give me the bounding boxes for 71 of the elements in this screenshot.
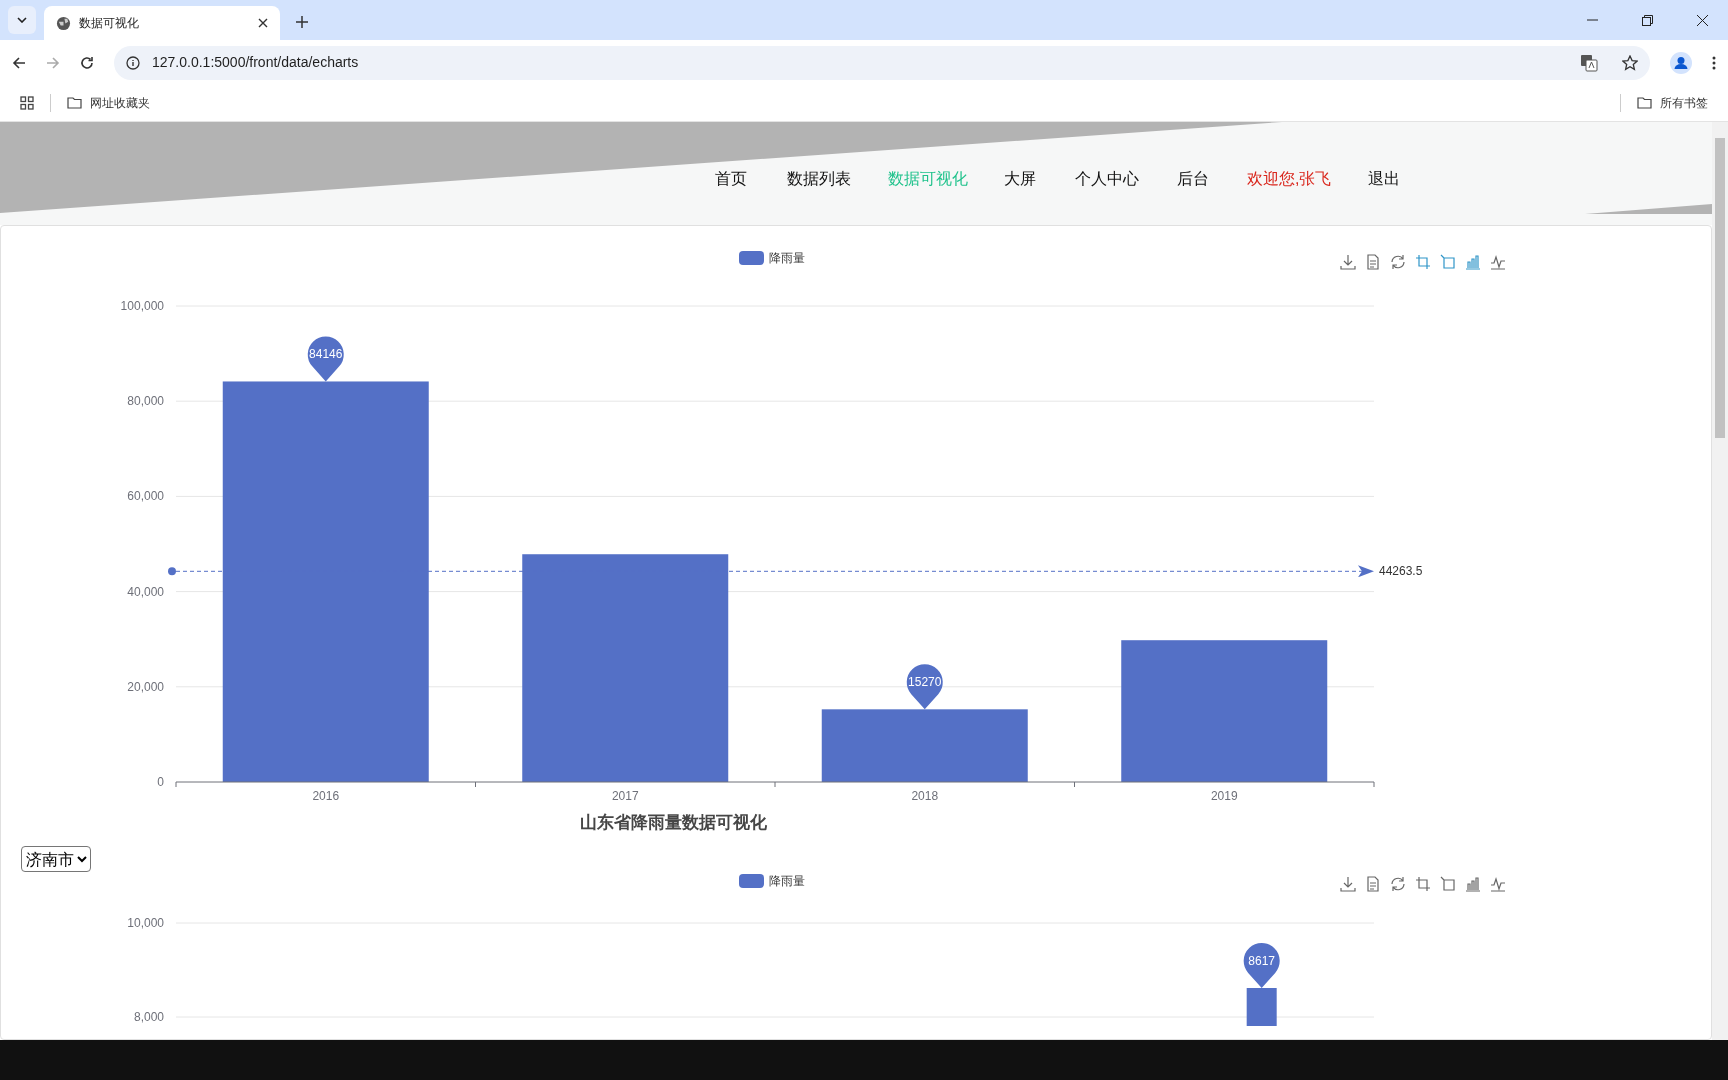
line-chart-icon[interactable]: [1490, 877, 1506, 892]
annotation: 8617: [1248, 954, 1276, 968]
crop-icon[interactable]: [1440, 254, 1455, 269]
back-icon[interactable]: [12, 55, 26, 70]
document-icon[interactable]: [1367, 876, 1379, 892]
axis-label: 60,000: [127, 489, 164, 504]
value-pin: 8617: [1243, 943, 1280, 988]
axis-label: 100,000: [120, 299, 164, 313]
close-icon[interactable]: [1697, 15, 1708, 26]
annotation: 84146: [309, 347, 343, 362]
axis-label: 0: [157, 775, 164, 789]
nav-link[interactable]: 后台: [1177, 167, 1247, 191]
scroll-thumb[interactable]: [1715, 138, 1725, 438]
legend-label: 降雨量: [769, 251, 805, 265]
menu-icon[interactable]: [1712, 55, 1716, 70]
translate-icon[interactable]: [1580, 53, 1598, 72]
refresh-icon[interactable]: [1391, 254, 1405, 270]
document-icon[interactable]: [1367, 254, 1379, 270]
welcome-link[interactable]: 欢迎您,张飞: [1247, 167, 1368, 191]
info-icon[interactable]: [126, 55, 140, 70]
legend-item[interactable]: 降雨量: [739, 251, 805, 265]
crop-icon[interactable]: [1415, 254, 1431, 270]
all-bookmarks-button[interactable]: 所有书签: [1637, 94, 1708, 112]
restore-icon[interactable]: [1642, 15, 1653, 26]
download-icon[interactable]: [1340, 254, 1356, 270]
bar-chart-icon[interactable]: [1465, 255, 1481, 270]
url-text: 127.0.0.1:5000/front/data/echarts: [152, 53, 360, 72]
reload-icon[interactable]: [80, 55, 94, 70]
download-icon[interactable]: [1340, 876, 1356, 892]
bookmark-folder[interactable]: 网址收藏夹: [67, 94, 150, 112]
city-select[interactable]: 济南市: [21, 846, 91, 872]
crop-icon[interactable]: [1415, 876, 1431, 892]
folder-icon: [1637, 97, 1652, 109]
apps-icon[interactable]: [20, 96, 34, 110]
value-pin: 15270: [906, 664, 943, 710]
nav-link[interactable]: 个人中心: [1075, 167, 1177, 191]
profile-icon[interactable]: [1670, 51, 1692, 74]
crop-icon[interactable]: [1440, 876, 1455, 891]
tab-list-button[interactable]: [8, 6, 36, 34]
axis-label: 80,000: [127, 394, 164, 409]
refresh-icon[interactable]: [1391, 876, 1405, 892]
star-icon[interactable]: [1622, 54, 1638, 71]
axis-label: 20,000: [127, 679, 164, 694]
bar-chart-icon[interactable]: [1465, 877, 1481, 892]
annotation: 15270: [908, 675, 942, 690]
legend-label: 降雨量: [769, 874, 805, 888]
axis-label: 2018: [911, 789, 939, 803]
new-tab-icon[interactable]: [296, 16, 308, 28]
address-field[interactable]: 127.0.0.1:5000/front/data/echarts: [114, 45, 1650, 80]
legend-item[interactable]: 降雨量: [739, 874, 805, 888]
globe-icon: [56, 15, 71, 31]
line-chart-icon[interactable]: [1490, 255, 1506, 270]
axis-label: 8,000: [133, 1010, 164, 1024]
nav-link[interactable]: 首页: [715, 167, 787, 191]
tab-title: 数据可视化: [79, 15, 140, 32]
scrollbar[interactable]: [1712, 122, 1728, 1040]
folder-icon: [67, 97, 82, 109]
axis-label: 2017: [611, 789, 639, 803]
axis-label: 10,000: [127, 916, 164, 930]
value-pin: 84146: [307, 336, 344, 382]
caret-icon: [17, 17, 27, 23]
browser-tab[interactable]: 数据可视化: [44, 6, 280, 40]
nav-link[interactable]: 大屏: [1004, 167, 1075, 191]
average-label: 44263.5: [1379, 564, 1423, 579]
close-icon[interactable]: [258, 18, 268, 28]
nav-link[interactable]: 数据列表: [787, 167, 888, 191]
chart-title: 山东省降雨量数据可视化: [579, 813, 767, 832]
axis-label: 2019: [1210, 789, 1238, 803]
nav-link[interactable]: 退出: [1368, 167, 1428, 191]
axis-label: 40,000: [127, 584, 164, 599]
axis-label: 2016: [312, 789, 340, 803]
